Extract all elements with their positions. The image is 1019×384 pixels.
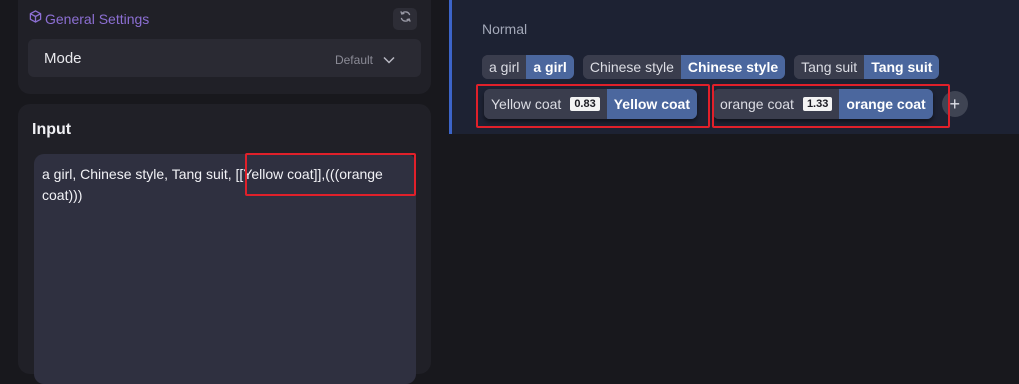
tag-translation: Chinese style xyxy=(680,55,786,79)
plus-icon: + xyxy=(949,93,960,114)
mode-setting-row[interactable]: Mode Default xyxy=(28,39,421,77)
right-empty-area xyxy=(449,134,1019,362)
highlight-input-weighted xyxy=(245,153,416,196)
section-label: Normal xyxy=(482,21,528,37)
refresh-button[interactable] xyxy=(393,8,417,30)
tag-item[interactable]: Tang suit Tang suit xyxy=(794,55,940,79)
chevron-down-icon xyxy=(383,51,395,69)
settings-header[interactable]: General Settings xyxy=(29,10,149,28)
highlight-tag-yellow-coat xyxy=(476,84,710,128)
box-icon xyxy=(29,10,42,28)
general-settings-panel: General Settings Mode Default xyxy=(18,0,431,94)
input-title: Input xyxy=(32,121,72,138)
mode-label: Mode xyxy=(44,50,82,67)
tag-translation: a girl xyxy=(526,55,574,79)
refresh-icon xyxy=(399,10,412,28)
tag-item[interactable]: a girl a girl xyxy=(482,55,574,79)
settings-title: General Settings xyxy=(45,11,150,27)
tag-source: a girl xyxy=(482,55,527,79)
input-panel: Input a girl, Chinese style, Tang suit, … xyxy=(18,104,431,384)
mode-value: Default xyxy=(334,53,373,67)
tag-row-1: a girl a girl Chinese style Chinese styl… xyxy=(482,55,948,79)
tag-item[interactable]: Chinese style Chinese style xyxy=(582,55,786,79)
tag-translation: Tang suit xyxy=(864,55,940,79)
highlight-tag-orange-coat xyxy=(712,84,950,128)
tag-source: Tang suit xyxy=(794,55,865,79)
mode-select[interactable]: Default xyxy=(335,51,395,69)
tag-source: Chinese style xyxy=(582,55,681,79)
